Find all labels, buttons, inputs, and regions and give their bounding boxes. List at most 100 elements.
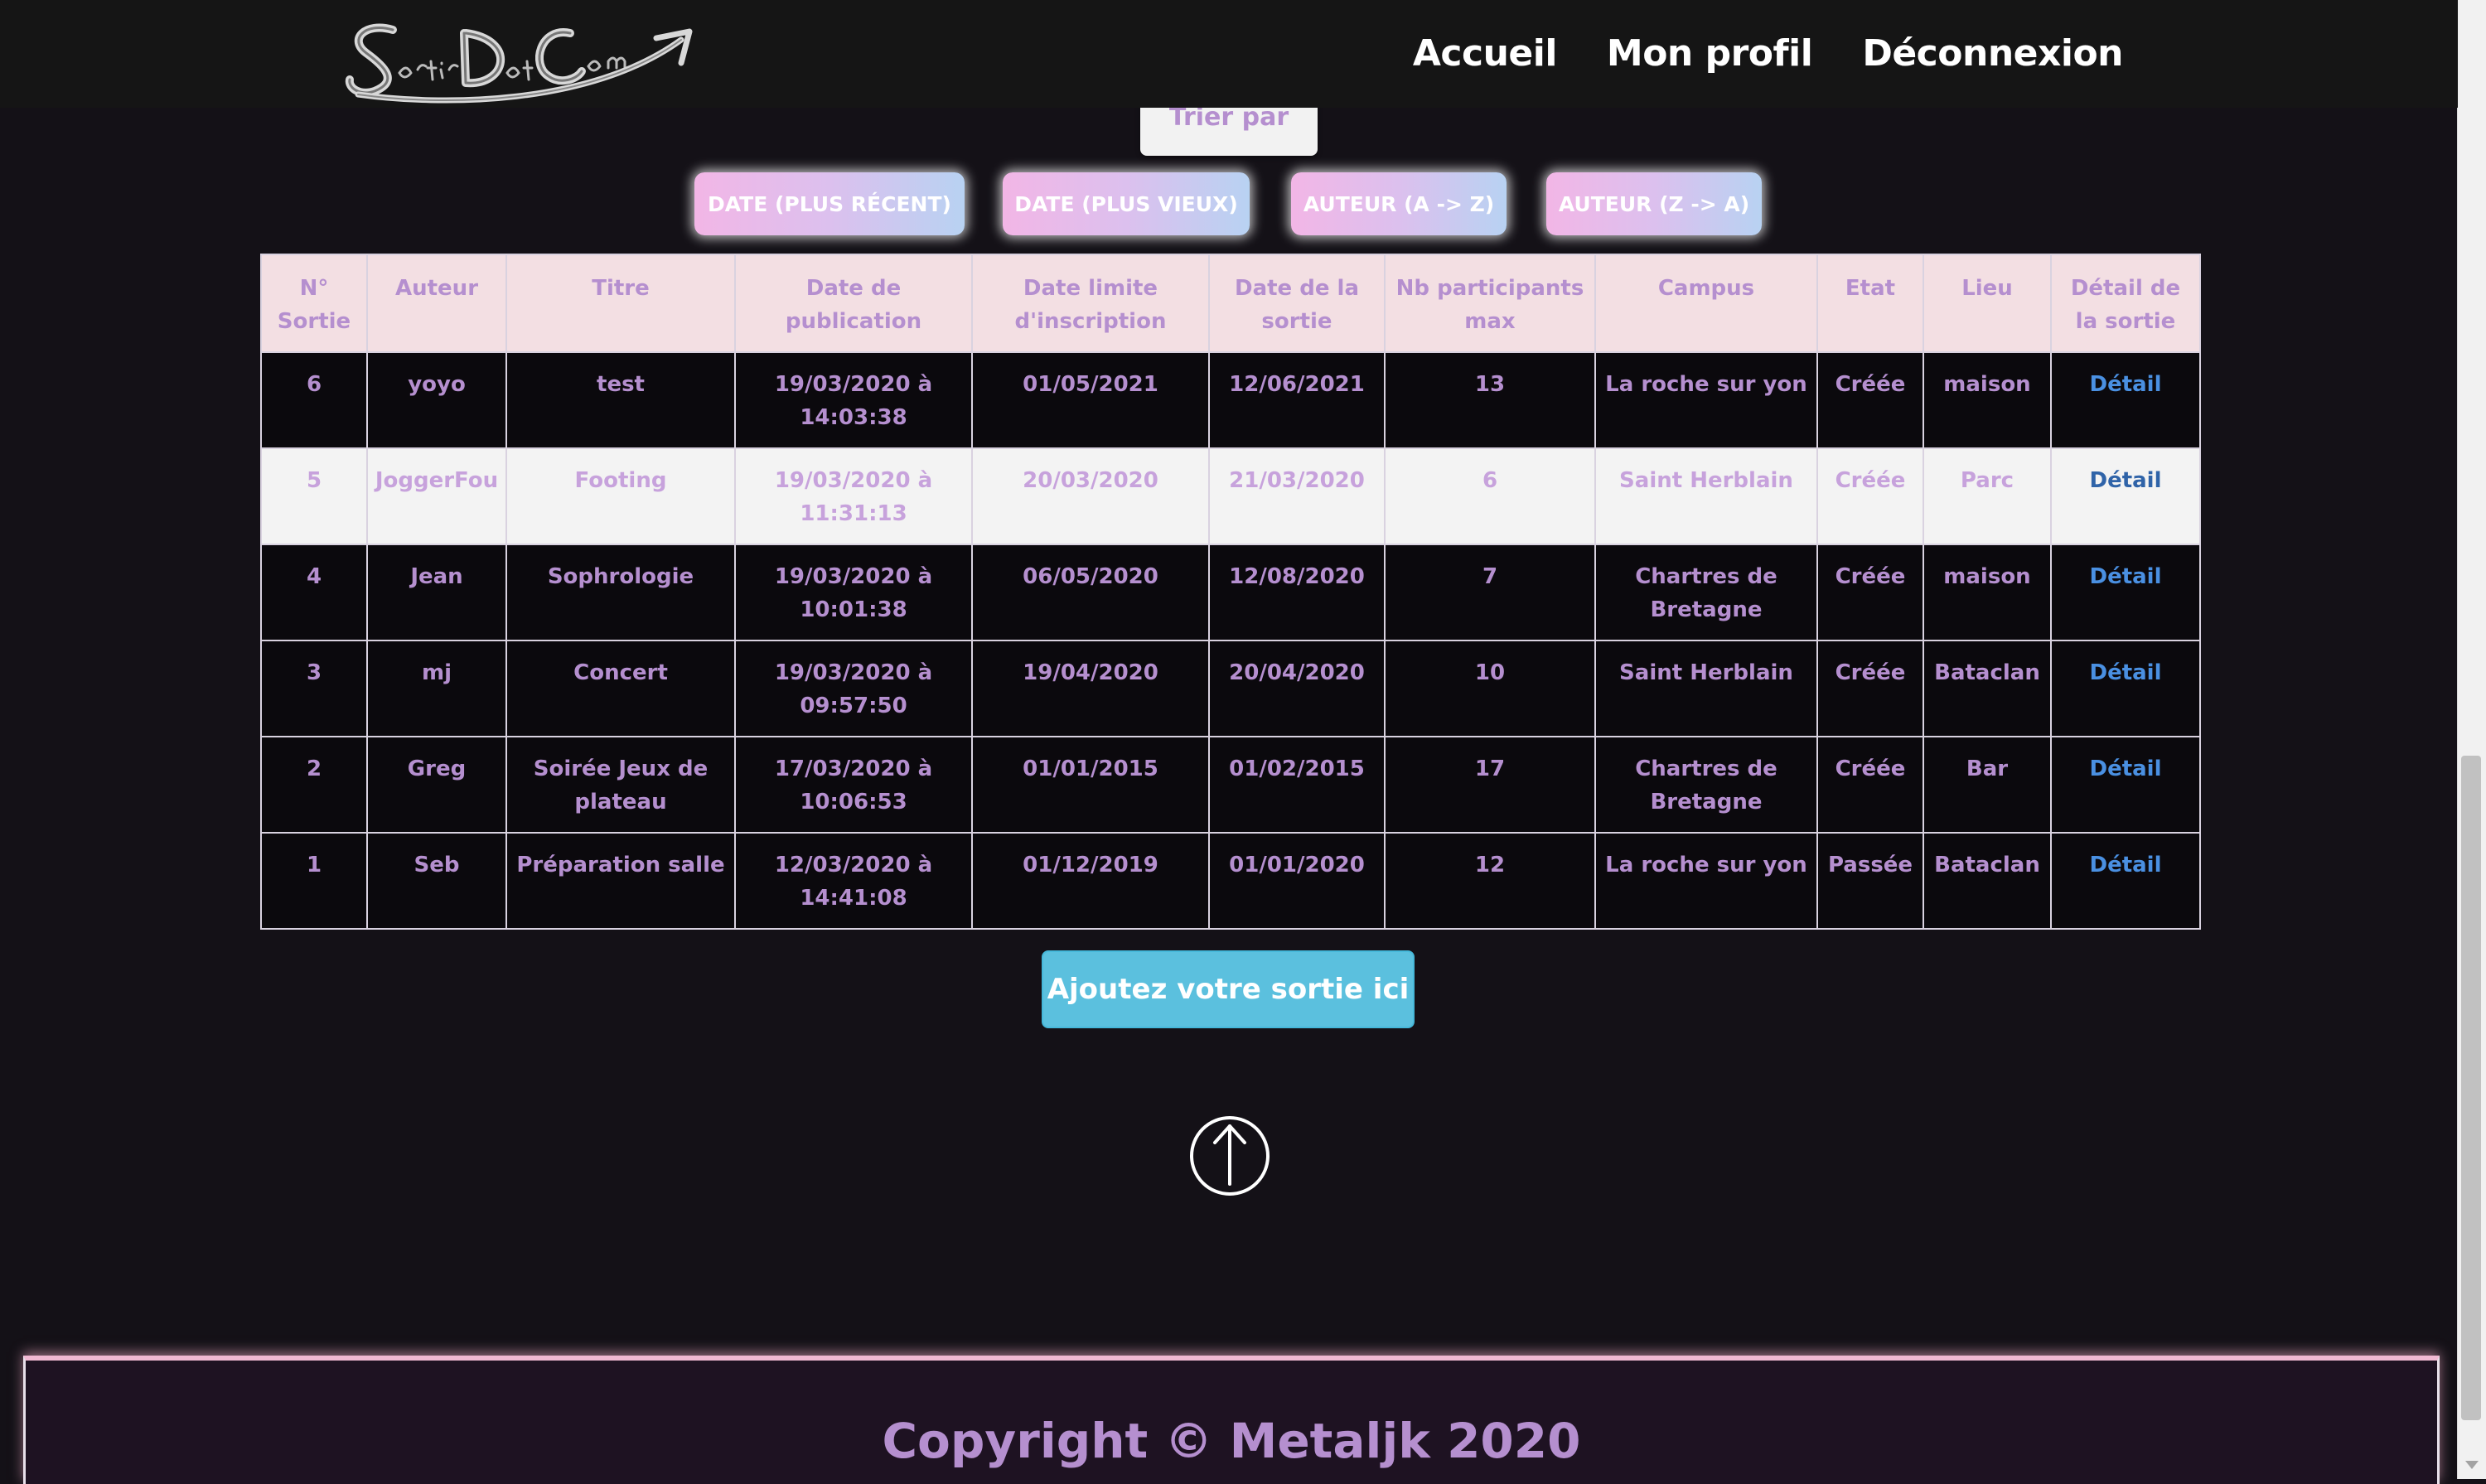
cell-title: Soirée Jeux de plateau: [505, 736, 736, 834]
table-row: 6 yoyo test 19/03/2020 à 14:03:38 01/05/…: [260, 351, 2201, 449]
cell-deadline: 01/05/2021: [971, 351, 1210, 449]
cell-outing-date: 12/06/2021: [1208, 351, 1386, 449]
cell-place: Bataclan: [1923, 640, 2052, 737]
cell-max-participants: 17: [1384, 736, 1596, 834]
cell-max-participants: 7: [1384, 544, 1596, 641]
sorties-table: N° Sortie Auteur Titre Date de publicati…: [260, 254, 2201, 930]
detail-link[interactable]: Détail: [2089, 372, 2161, 397]
table-row: 3 mj Concert 19/03/2020 à 09:57:50 19/04…: [260, 640, 2201, 737]
cell-id: 4: [260, 544, 368, 641]
cell-state: Créée: [1816, 351, 1924, 449]
table-row: 4 Jean Sophrologie 19/03/2020 à 10:01:38…: [260, 544, 2201, 641]
top-navbar: Accueil Mon profil Déconnexion: [0, 0, 2458, 108]
sort-date-recent-button[interactable]: Date (plus récent): [694, 172, 965, 235]
arrow-up-circle-icon[interactable]: [1188, 1114, 1271, 1197]
column-header: Etat: [1816, 254, 1924, 353]
detail-link[interactable]: Détail: [2089, 468, 2161, 493]
column-header: N° Sortie: [260, 254, 368, 353]
column-header: Détail de la sortie: [2050, 254, 2201, 353]
nav-links: Accueil Mon profil Déconnexion: [1413, 25, 2124, 83]
cell-state: Créée: [1816, 447, 1924, 545]
cell-publication-date: 19/03/2020 à 09:57:50: [734, 640, 973, 737]
cell-deadline: 06/05/2020: [971, 544, 1210, 641]
detail-link[interactable]: Détail: [2089, 660, 2161, 685]
cell-id: 1: [260, 832, 368, 930]
nav-link-accueil[interactable]: Accueil: [1413, 25, 1558, 83]
cell-place: Bar: [1923, 736, 2052, 834]
cell-title: test: [505, 351, 736, 449]
cell-outing-date: 12/08/2020: [1208, 544, 1386, 641]
cell-author: Greg: [366, 736, 507, 834]
cell-place: Bataclan: [1923, 832, 2052, 930]
cell-place: Parc: [1923, 447, 2052, 545]
column-header: Titre: [505, 254, 736, 353]
cell-state: Créée: [1816, 640, 1924, 737]
cell-outing-date: 21/03/2020: [1208, 447, 1386, 545]
cell-campus: Chartres de Bretagne: [1594, 544, 1818, 641]
cell-id: 5: [260, 447, 368, 545]
cell-max-participants: 10: [1384, 640, 1596, 737]
sorties-table-container: N° Sortie Auteur Titre Date de publicati…: [260, 254, 2201, 930]
cell-publication-date: 17/03/2020 à 10:06:53: [734, 736, 973, 834]
table-header-row: N° Sortie Auteur Titre Date de publicati…: [260, 254, 2201, 353]
cell-place: maison: [1923, 544, 2052, 641]
sort-author-az-button[interactable]: Auteur (A -> Z): [1291, 172, 1507, 235]
cell-author: Jean: [366, 544, 507, 641]
column-header: Date limite d'inscription: [971, 254, 1210, 353]
cell-deadline: 20/03/2020: [971, 447, 1210, 545]
detail-link[interactable]: Détail: [2089, 757, 2161, 781]
cell-campus: La roche sur yon: [1594, 832, 1818, 930]
logo[interactable]: [341, 15, 706, 106]
scrollbar-thumb[interactable]: [2461, 756, 2481, 1420]
cell-publication-date: 12/03/2020 à 14:41:08: [734, 832, 973, 930]
cell-author: Seb: [366, 832, 507, 930]
cell-detail: Détail: [2050, 447, 2201, 545]
cell-deadline: 01/12/2019: [971, 832, 1210, 930]
add-outing-button[interactable]: Ajoutez votre sortie ici: [1042, 950, 1415, 1028]
table-row: 1 Seb Préparation salle 12/03/2020 à 14:…: [260, 832, 2201, 930]
cell-id: 3: [260, 640, 368, 737]
table-row: 2 Greg Soirée Jeux de plateau 17/03/2020…: [260, 736, 2201, 834]
column-header: Lieu: [1923, 254, 2052, 353]
cell-detail: Détail: [2050, 832, 2201, 930]
scroll-down-arrow-icon[interactable]: [2465, 1461, 2479, 1469]
cell-author: JoggerFou: [366, 447, 507, 545]
cell-campus: Saint Herblain: [1594, 447, 1818, 545]
cell-title: Sophrologie: [505, 544, 736, 641]
cell-deadline: 19/04/2020: [971, 640, 1210, 737]
cell-detail: Détail: [2050, 544, 2201, 641]
column-header: Date de la sortie: [1208, 254, 1386, 353]
cell-outing-date: 01/02/2015: [1208, 736, 1386, 834]
sort-date-oldest-button[interactable]: Date (plus vieux): [1003, 172, 1250, 235]
cell-publication-date: 19/03/2020 à 11:31:13: [734, 447, 973, 545]
column-header: Nb participants max: [1384, 254, 1596, 353]
column-header: Auteur: [366, 254, 507, 353]
cell-place: maison: [1923, 351, 2052, 449]
cell-author: mj: [366, 640, 507, 737]
nav-link-deconnexion[interactable]: Déconnexion: [1862, 25, 2123, 83]
cell-id: 6: [260, 351, 368, 449]
detail-link[interactable]: Détail: [2089, 564, 2161, 589]
footer: Copyright © Metaljk 2020: [23, 1356, 2440, 1484]
detail-link[interactable]: Détail: [2089, 853, 2161, 877]
cell-publication-date: 19/03/2020 à 10:01:38: [734, 544, 973, 641]
cell-state: Passée: [1816, 832, 1924, 930]
cell-outing-date: 01/01/2020: [1208, 832, 1386, 930]
vertical-scrollbar[interactable]: [2457, 0, 2486, 1479]
cell-id: 2: [260, 736, 368, 834]
table-row: 5 JoggerFou Footing 19/03/2020 à 11:31:1…: [260, 447, 2201, 545]
cell-max-participants: 13: [1384, 351, 1596, 449]
nav-link-mon-profil[interactable]: Mon profil: [1607, 25, 1813, 83]
cell-deadline: 01/01/2015: [971, 736, 1210, 834]
cell-state: Créée: [1816, 544, 1924, 641]
cell-detail: Détail: [2050, 736, 2201, 834]
sort-author-za-button[interactable]: Auteur (Z -> A): [1546, 172, 1762, 235]
cell-campus: Saint Herblain: [1594, 640, 1818, 737]
cell-outing-date: 20/04/2020: [1208, 640, 1386, 737]
cell-campus: La roche sur yon: [1594, 351, 1818, 449]
cell-campus: Chartres de Bretagne: [1594, 736, 1818, 834]
cell-max-participants: 6: [1384, 447, 1596, 545]
cell-title: Footing: [505, 447, 736, 545]
cell-detail: Détail: [2050, 351, 2201, 449]
cell-title: Préparation salle: [505, 832, 736, 930]
